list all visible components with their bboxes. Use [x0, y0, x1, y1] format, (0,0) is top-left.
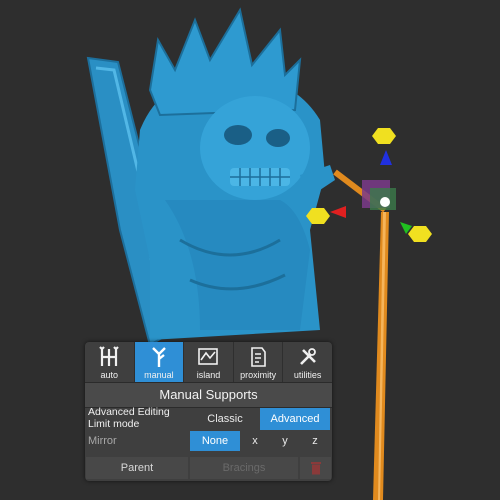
advanced-editing-label-line1: Advanced Editing [88, 406, 170, 418]
z-axis-arrow-icon[interactable] [380, 150, 392, 165]
z-axis-handle-icon[interactable] [372, 128, 396, 144]
advanced-editing-label-line2: Limit mode [88, 418, 140, 430]
tab-proximity[interactable]: proximity [234, 342, 284, 382]
parent-button[interactable]: Parent [86, 457, 188, 479]
support-pillar[interactable] [333, 169, 389, 500]
auto-supports-icon [99, 346, 120, 366]
y-axis-handle-icon[interactable] [408, 226, 432, 242]
tab-manual[interactable]: manual [134, 342, 185, 382]
tab-label: utilities [293, 370, 322, 380]
mirror-x-button[interactable]: x [244, 431, 266, 451]
tab-label: auto [100, 370, 119, 380]
mirror-label: Mirror [88, 435, 117, 447]
tab-label: island [196, 370, 221, 380]
skeleton-king-model[interactable] [86, 7, 335, 347]
mirror-z-button[interactable]: z [304, 431, 326, 451]
tab-auto[interactable]: auto [85, 342, 135, 382]
tab-label: manual [144, 370, 174, 380]
mirror-y-button[interactable]: y [274, 431, 296, 451]
tab-island[interactable]: island [184, 342, 234, 382]
island-icon [198, 348, 219, 365]
panel-title: Manual Supports [85, 382, 332, 408]
manual-supports-icon [152, 347, 166, 367]
support-mode-tabs: auto manual island proximity utilities [85, 342, 332, 382]
tab-label: proximity [240, 370, 277, 380]
tab-utilities[interactable]: utilities [283, 342, 332, 382]
mirror-none-button[interactable]: None [190, 431, 240, 451]
utilities-icon [299, 348, 316, 365]
proximity-icon [251, 347, 266, 367]
delete-button[interactable] [300, 457, 331, 479]
x-axis-arrow-icon[interactable] [330, 206, 346, 218]
gizmo-center-handle[interactable] [380, 197, 390, 207]
bracings-button[interactable]: Bracings [190, 457, 298, 479]
advanced-mode-button[interactable]: Advanced [260, 408, 330, 430]
advanced-editing-label: Advanced Editing Limit mode [88, 406, 170, 430]
trash-icon [310, 462, 321, 475]
classic-mode-button[interactable]: Classic [190, 408, 260, 430]
